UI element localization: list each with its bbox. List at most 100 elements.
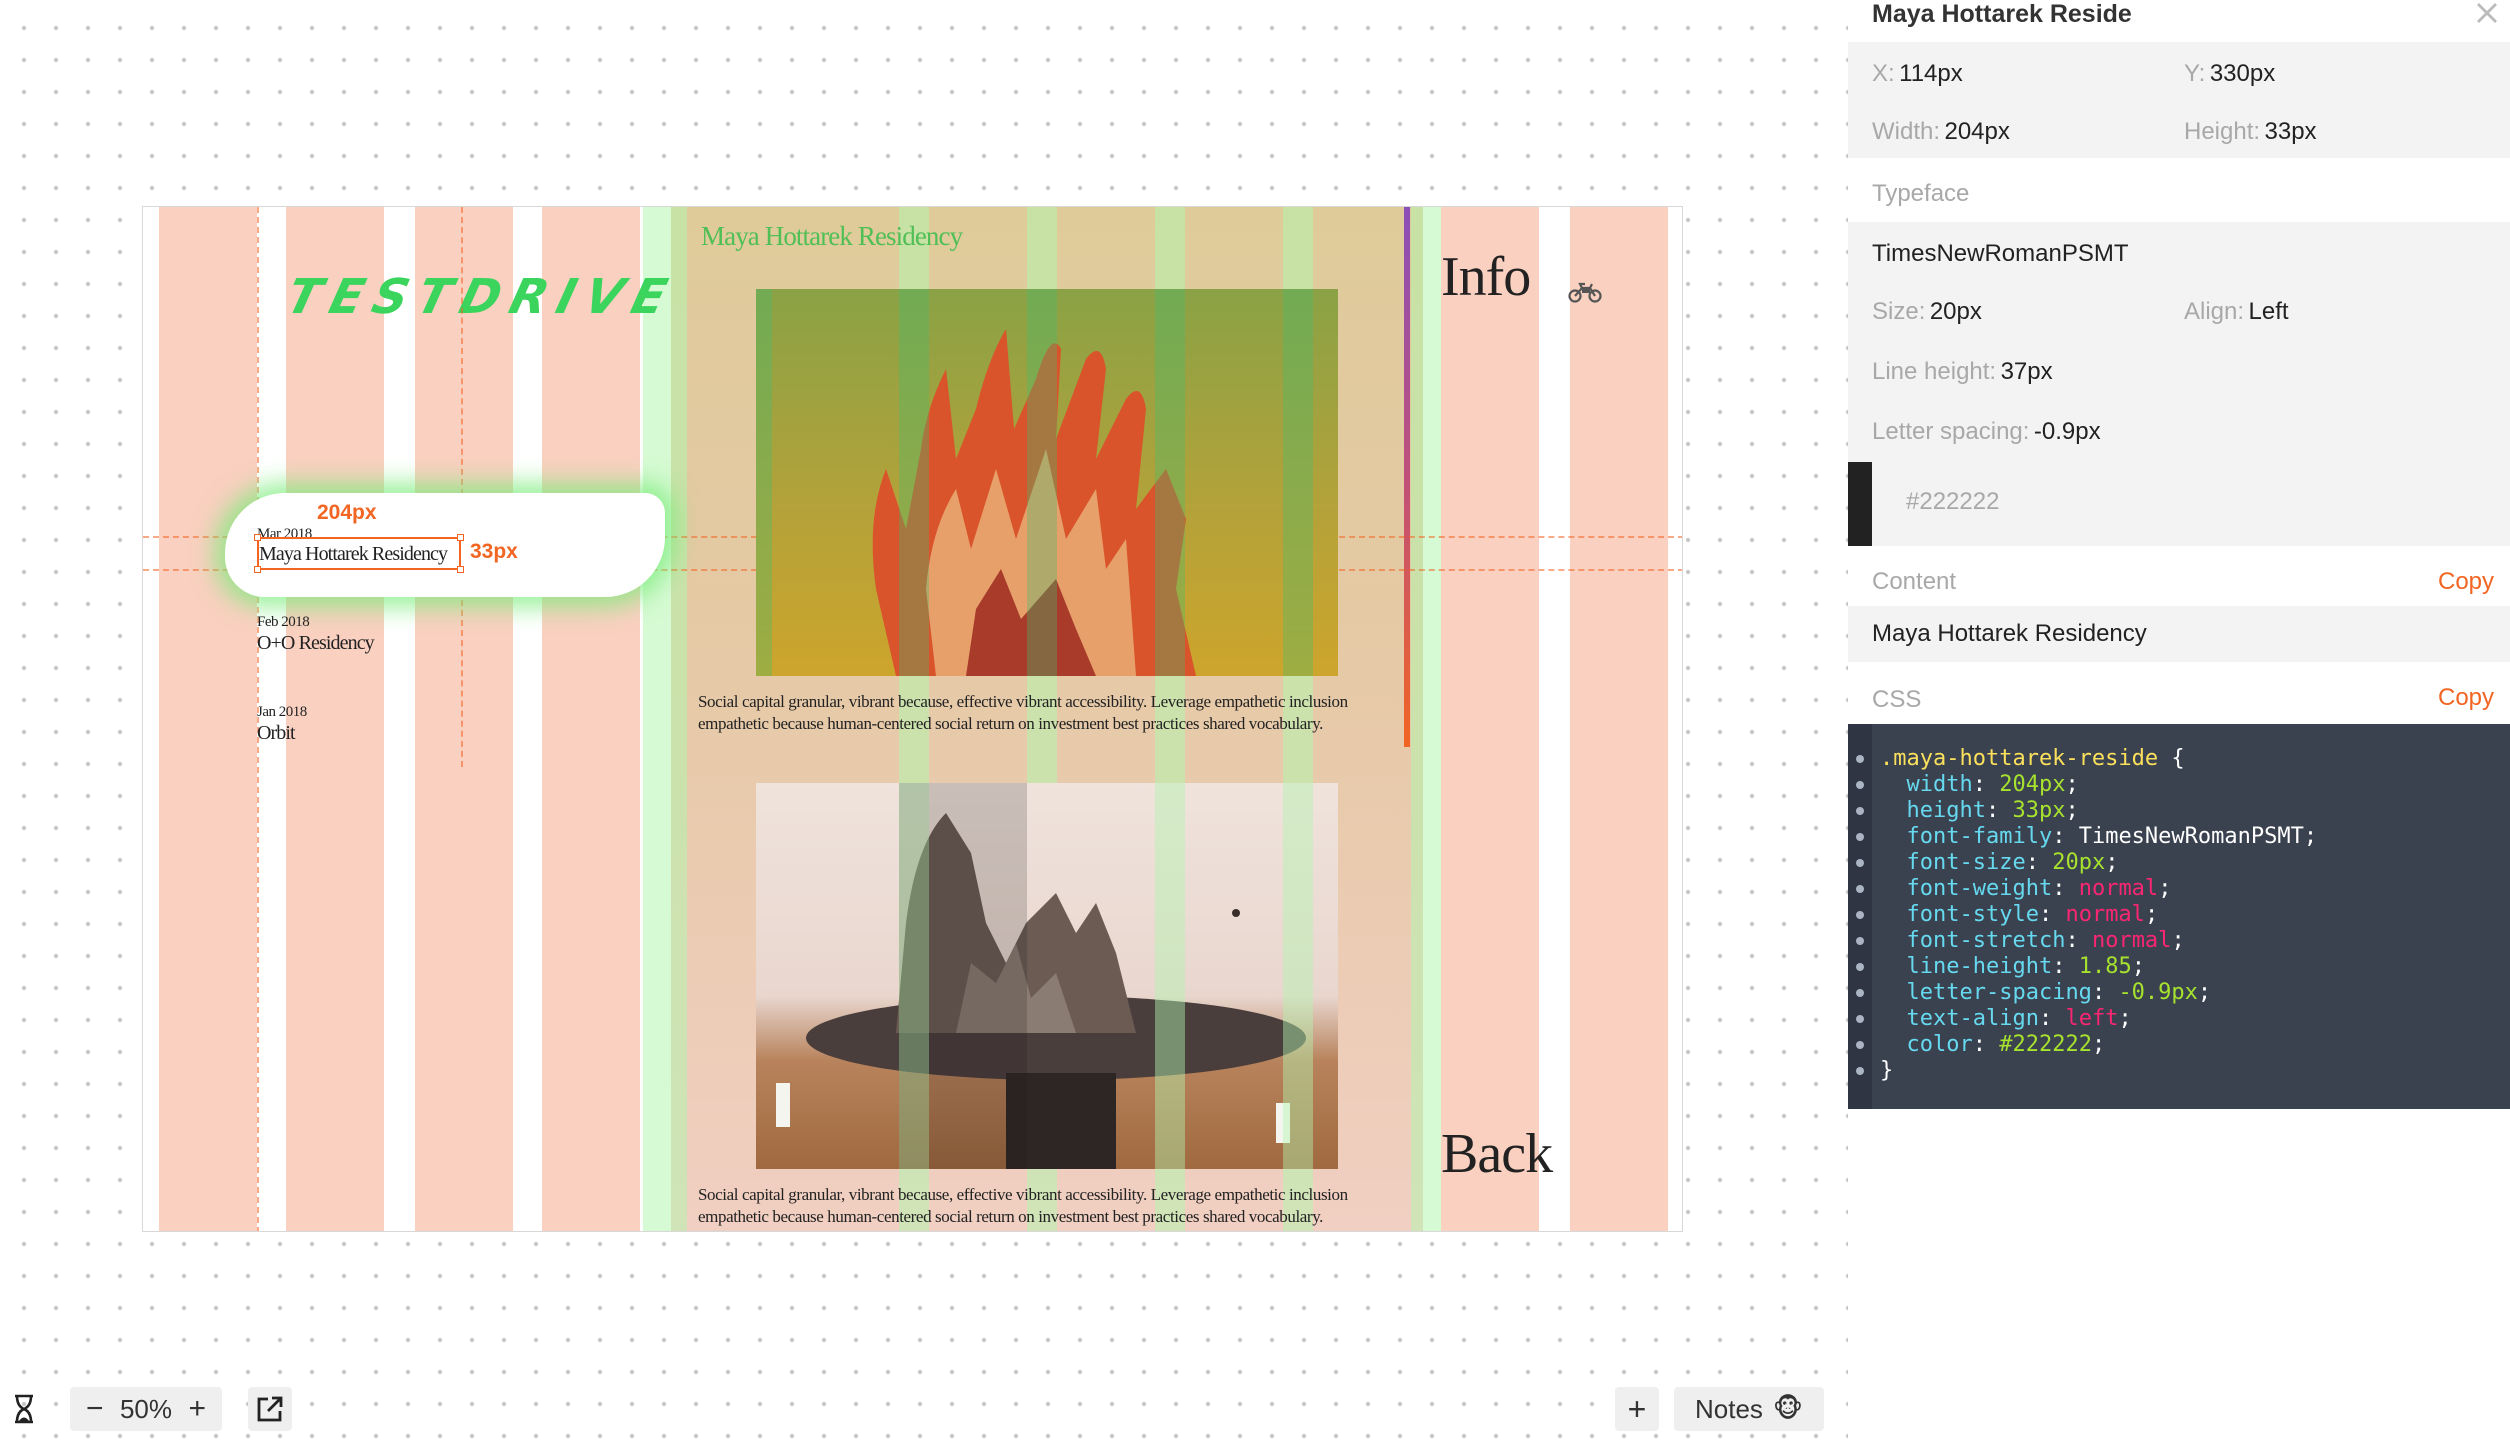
- typeface-label: Typeface: [1872, 180, 1970, 207]
- css-semicolon: ;: [2065, 772, 2079, 797]
- css-colon: :: [2025, 850, 2053, 875]
- add-note-button[interactable]: +: [1615, 1387, 1659, 1431]
- line-height-value[interactable]: 37px: [2001, 358, 2053, 385]
- css-colon: :: [2038, 1006, 2066, 1031]
- css-code-block[interactable]: .maya-hottarek-reside { width: 204px; he…: [1848, 724, 2510, 1109]
- css-property: height: [1906, 798, 1986, 823]
- list-item-title[interactable]: O+O Residency: [257, 632, 375, 655]
- list-item-title[interactable]: Maya Hottarek Residency: [259, 543, 448, 566]
- gutter-marker: [1856, 963, 1864, 971]
- code-line: font-family: TimesNewRomanPSMT;: [1880, 824, 2318, 850]
- css-value: 20px: [2052, 850, 2106, 875]
- grid-column: [1570, 207, 1668, 1231]
- css-brace: {: [2158, 746, 2185, 771]
- css-value: 1.85: [2078, 954, 2132, 979]
- css-semicolon: ;: [2171, 928, 2185, 953]
- zoom-control: − 50% +: [70, 1387, 222, 1431]
- geometry-section: X: 114px Y: 330px Width: 204px Height: 3…: [1848, 42, 2510, 158]
- letter-spacing-label: Letter spacing:: [1872, 418, 2030, 445]
- gutter-marker: [1856, 1067, 1864, 1075]
- zoom-level: 50%: [119, 1393, 173, 1424]
- selection-handle[interactable]: [457, 566, 464, 573]
- letter-spacing-value[interactable]: -0.9px: [2034, 418, 2101, 445]
- css-property: color: [1906, 1032, 1973, 1057]
- height-label: Height:: [2184, 118, 2261, 145]
- notes-button[interactable]: Notes 🐵: [1674, 1387, 1824, 1431]
- css-semicolon: ;: [2118, 1006, 2132, 1031]
- grid-column: [159, 207, 257, 1231]
- height-value[interactable]: 33px: [2265, 118, 2317, 145]
- width-value[interactable]: 204px: [1944, 118, 2009, 145]
- css-semicolon: ;: [2105, 850, 2119, 875]
- css-colon: :: [2091, 980, 2119, 1005]
- selection-handle[interactable]: [457, 534, 464, 541]
- css-colon: :: [1985, 798, 2013, 823]
- inspector-panel: Maya Hottarek Reside X: 114px Y: 330px W…: [1848, 0, 2510, 1440]
- artboard[interactable]: TESTDRIVE Mar 2018 Maya Hottarek Residen…: [142, 206, 1683, 1232]
- css-label: CSS: [1872, 686, 1922, 713]
- installation-image[interactable]: [756, 783, 1338, 1169]
- info-link[interactable]: Info: [1441, 245, 1531, 309]
- size-value[interactable]: 20px: [1930, 298, 1982, 325]
- sculpture-image[interactable]: [756, 289, 1338, 676]
- color-value[interactable]: #222222: [1906, 488, 1999, 516]
- css-semicolon: ;: [2158, 876, 2172, 901]
- selection-handle[interactable]: [254, 534, 261, 541]
- width-label: Width:: [1872, 118, 1941, 145]
- align-label: Align:: [2184, 298, 2245, 325]
- code-line: }: [1880, 1058, 2317, 1084]
- css-colon: :: [2052, 824, 2079, 849]
- back-link[interactable]: Back: [1441, 1122, 1553, 1186]
- width-measure-label: 204px: [317, 501, 377, 524]
- gutter-marker: [1856, 1015, 1864, 1023]
- content-value[interactable]: Maya Hottarek Residency: [1872, 620, 2147, 648]
- testdrive-logo[interactable]: TESTDRIVE: [281, 269, 682, 325]
- x-value[interactable]: 114px: [1899, 60, 1963, 87]
- color-swatch: [1848, 462, 1872, 546]
- css-property: font-family: [1906, 824, 2053, 849]
- list-item-title[interactable]: Orbit: [257, 722, 296, 745]
- code-line: font-style: normal;: [1880, 902, 2317, 928]
- open-external-icon[interactable]: [248, 1387, 292, 1431]
- typeface-value[interactable]: TimesNewRomanPSMT: [1872, 240, 2129, 268]
- typography-section: TimesNewRomanPSMT Size: 20px Align: Left…: [1848, 222, 2510, 546]
- css-copy-button[interactable]: Copy: [2438, 684, 2494, 712]
- content-copy-button[interactable]: Copy: [2438, 568, 2494, 596]
- list-item-date: Jan 2018: [257, 704, 307, 720]
- css-semicolon: ;: [2303, 824, 2318, 849]
- close-icon[interactable]: [2474, 0, 2500, 26]
- css-value: 204px: [1999, 772, 2066, 797]
- css-semicolon: ;: [2197, 980, 2212, 1005]
- css-colon: :: [2065, 928, 2092, 953]
- y-value[interactable]: 330px: [2210, 60, 2275, 87]
- gutter-marker: [1856, 989, 1864, 997]
- css-property: line-height: [1906, 954, 2053, 979]
- css-colon: :: [1972, 772, 2000, 797]
- css-colon: :: [2052, 954, 2079, 979]
- grid-column: [671, 207, 687, 1231]
- gutter-marker: [1856, 937, 1864, 945]
- grid-column: [1411, 207, 1441, 1231]
- hourglass-icon[interactable]: [4, 1387, 44, 1431]
- zoom-in-button[interactable]: +: [188, 1392, 206, 1426]
- code-line: .maya-hottarek-reside {: [1880, 746, 2317, 772]
- content-section: Maya Hottarek Residency: [1848, 606, 2510, 662]
- body-paragraph: Social capital granular, vibrant because…: [698, 1185, 1348, 1226]
- installation-illustration: [776, 813, 1306, 1169]
- zoom-out-button[interactable]: −: [86, 1392, 104, 1426]
- css-property: width: [1906, 772, 1973, 797]
- size-label: Size:: [1872, 298, 1926, 325]
- code-line: font-weight: normal;: [1880, 876, 2317, 902]
- css-value: 33px: [2012, 798, 2066, 823]
- height-measure-label: 33px: [470, 540, 518, 563]
- css-selector: .maya-hottarek-reside: [1880, 746, 2159, 771]
- selection-handle[interactable]: [254, 566, 261, 573]
- y-label: Y:: [2184, 60, 2206, 87]
- align-value[interactable]: Left: [2249, 298, 2289, 325]
